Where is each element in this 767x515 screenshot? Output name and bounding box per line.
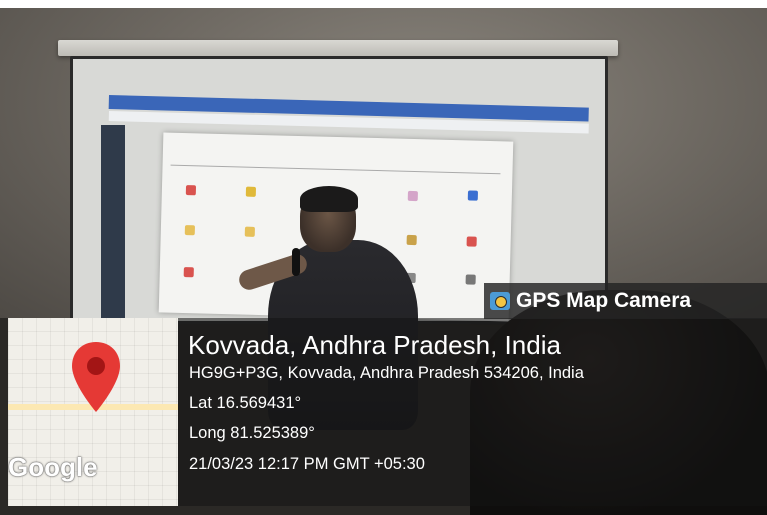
location-title: Kovvada, Andhra Pradesh, India [188,330,561,360]
projected-activity-icon [406,234,417,246]
projected-activity-icon [184,225,195,236]
map-pin-icon [72,342,120,412]
location-address: HG9G+P3G, Kovvada, Andhra Pradesh 534206… [189,364,584,382]
google-logo: Google [8,452,98,482]
camera-icon [490,292,510,310]
projected-app-sidebar [101,125,125,321]
projected-activity-icon [465,274,476,285]
longitude-text: Long 81.525389° [189,424,315,442]
projected-modal-search [170,154,501,175]
microphone [292,248,300,276]
projected-activity-icon [407,190,418,202]
projected-activity-icon [467,190,478,201]
presenter-hair [300,186,358,212]
projected-activity-icon [245,186,257,197]
projected-activity-icon [244,226,255,237]
projected-activity-icon [466,236,477,247]
latitude-text: Lat 16.569431° [189,394,302,412]
projected-activity-icon [183,267,194,278]
timestamp-text: 21/03/23 12:17 PM GMT +05:30 [189,455,425,473]
gps-map-camera-badge: GPS Map Camera [484,283,767,319]
camera-badge-label: GPS Map Camera [516,289,692,312]
projected-activity-icon [185,185,197,196]
projector-screen-top-bar [58,40,618,56]
top-white-strip [400,0,767,8]
